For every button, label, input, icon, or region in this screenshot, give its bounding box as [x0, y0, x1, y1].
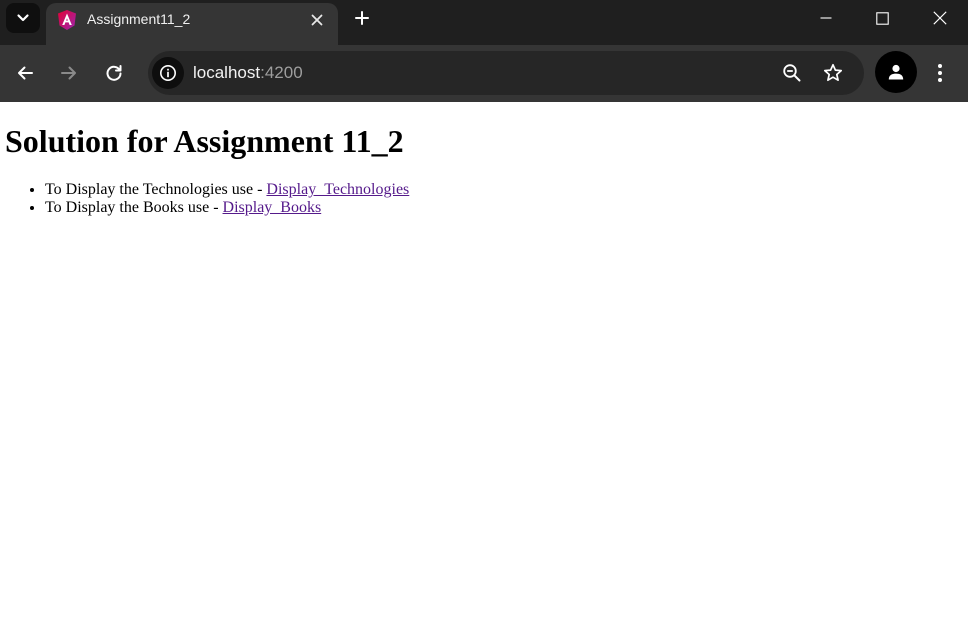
profile-button[interactable] [875, 51, 917, 93]
close-icon [311, 14, 323, 26]
star-icon [823, 63, 843, 82]
reload-button[interactable] [98, 57, 130, 89]
back-button[interactable] [9, 57, 41, 89]
list-item-text: To Display the Technologies use - [45, 181, 267, 198]
window-close-button[interactable] [911, 0, 968, 36]
zoom-button[interactable] [778, 59, 806, 87]
arrow-right-icon [61, 66, 76, 80]
url-host: localhost [193, 63, 261, 82]
tab-close-button[interactable] [306, 9, 328, 31]
new-tab-button[interactable] [346, 3, 378, 33]
zoom-out-icon [783, 64, 801, 82]
minimize-icon [820, 17, 831, 19]
browser-menu-button[interactable] [926, 57, 954, 89]
tab-search-button[interactable] [6, 3, 40, 33]
info-icon [160, 65, 176, 81]
list-item-text: To Display the Books use - [45, 199, 223, 216]
browser-toolbar: localhost:4200 [0, 45, 968, 102]
person-icon [888, 64, 904, 80]
address-bar[interactable]: localhost:4200 [148, 51, 864, 95]
page-title: Solution for Assignment 11_2 [5, 123, 404, 159]
url-port: :4200 [260, 63, 303, 82]
arrow-left-icon [18, 66, 33, 80]
site-info-button[interactable] [152, 57, 184, 89]
tab-strip: Assignment11_2 [0, 0, 968, 45]
list-item: To Display the Books use - Display_Books [45, 199, 409, 217]
list-item: To Display the Technologies use - Displa… [45, 181, 409, 199]
maximize-button[interactable] [854, 0, 911, 36]
active-tab[interactable]: Assignment11_2 [46, 3, 338, 45]
forward-button[interactable] [53, 57, 85, 89]
more-vertical-icon [938, 64, 942, 82]
display-technologies-link[interactable]: Display_Technologies [266, 181, 409, 198]
chevron-down-icon [17, 14, 29, 22]
close-icon [932, 11, 947, 25]
bookmark-button[interactable] [819, 59, 847, 87]
tab-title: Assignment11_2 [87, 11, 191, 27]
page-content: Solution for Assignment 11_2 To Display … [0, 102, 968, 619]
maximize-icon [876, 11, 889, 25]
display-books-link[interactable]: Display_Books [223, 199, 322, 216]
plus-icon [355, 11, 369, 25]
minimize-button[interactable] [797, 0, 854, 36]
link-list: To Display the Technologies use - Displa… [5, 181, 409, 217]
reload-icon [106, 65, 122, 81]
angular-logo-icon [58, 10, 76, 30]
url-text[interactable]: localhost:4200 [193, 63, 303, 83]
